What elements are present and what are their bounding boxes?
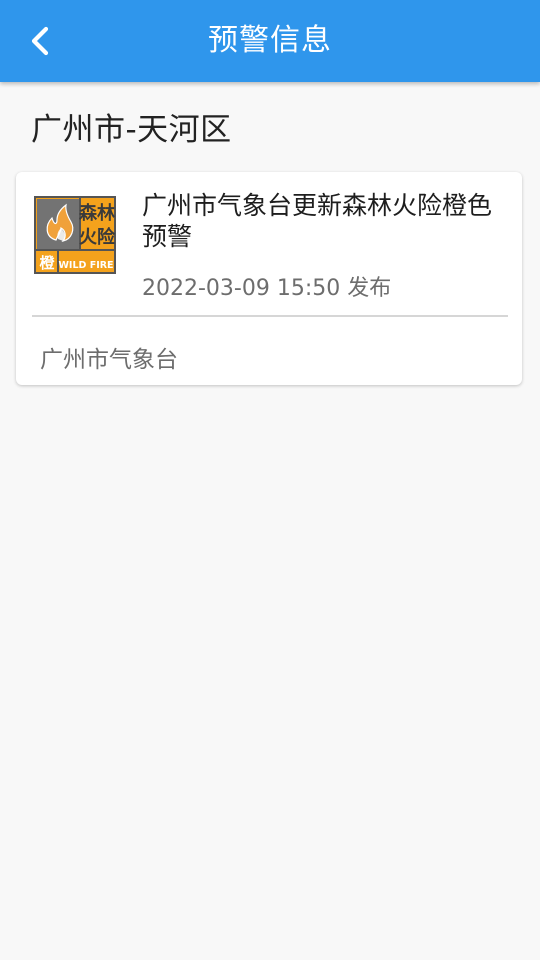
warning-source: 广州市气象台 — [40, 347, 178, 373]
warning-card[interactable]: 森林 火险 橙 WILD FIRE 广州市气象台更新森林火险橙色预警 2022-… — [16, 172, 522, 385]
badge-text-mid: 火险 — [79, 226, 116, 248]
forest-fire-warning-icon: 森林 火险 橙 WILD FIRE — [32, 194, 118, 276]
badge-text-top: 森林 — [79, 202, 115, 224]
page-title: 预警信息 — [208, 23, 332, 58]
chevron-left-icon — [31, 26, 49, 56]
warning-time: 2022-03-09 15:50 发布 — [142, 276, 392, 301]
card-divider — [32, 315, 508, 317]
badge-level: 橙 — [39, 254, 55, 272]
warning-headline: 广州市气象台更新森林火险橙色预警 — [142, 191, 493, 251]
app-bar: 预警信息 — [0, 0, 540, 82]
badge-label: WILD FIRE — [58, 260, 113, 271]
back-button[interactable] — [18, 17, 62, 65]
region-title: 广州市-天河区 — [31, 112, 232, 148]
